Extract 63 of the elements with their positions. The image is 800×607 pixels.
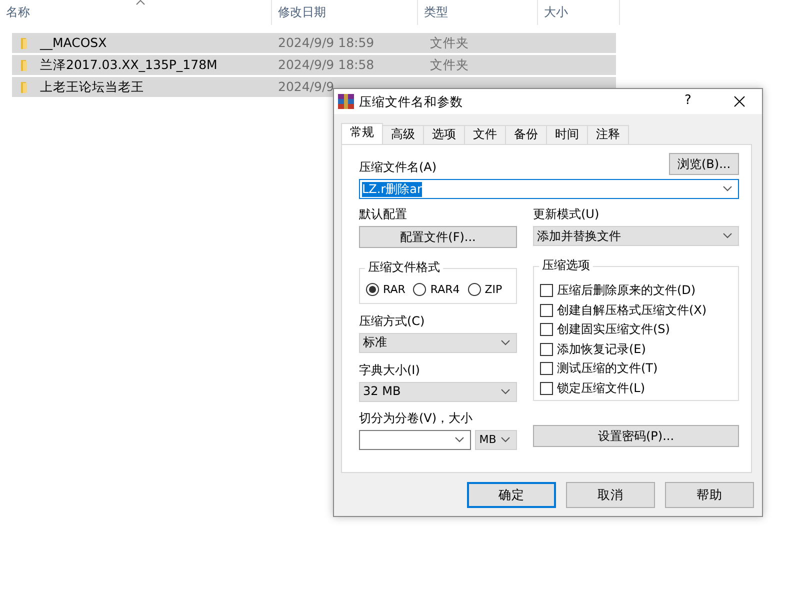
checkbox-label: 测试压缩的文件(T)	[557, 361, 658, 376]
archive-name-field[interactable]: LZ.r删除ar	[359, 179, 739, 199]
checkbox-label: 锁定压缩文件(L)	[557, 380, 646, 396]
column-header[interactable]: 大小	[538, 0, 620, 25]
chevron-down-icon[interactable]	[455, 436, 464, 443]
unit-select[interactable]: MB	[475, 430, 517, 450]
file-type: 文件夹	[429, 57, 469, 73]
checkbox[interactable]	[540, 284, 553, 298]
file-name: __MACOSX	[40, 35, 107, 51]
file-name: 兰泽2017.03.XX_135P_178M	[40, 57, 218, 73]
modified-date: 2024/9/9 18:59	[277, 35, 376, 51]
radio-label: RAR4	[430, 283, 460, 297]
checkbox[interactable]	[540, 342, 553, 356]
file-type: 文件夹	[429, 35, 469, 51]
checkbox-label: 压缩后删除原来的文件(D)	[557, 283, 696, 298]
chevron-down-icon[interactable]	[723, 186, 732, 192]
modified-date: 2024/9/9 18:58	[277, 57, 376, 73]
field-label: 默认配置	[359, 207, 408, 222]
checkbox[interactable]	[540, 304, 553, 317]
radio-button[interactable]	[366, 283, 379, 296]
dictionary-select[interactable]: 32 MB	[359, 382, 517, 402]
chevron-down-icon[interactable]	[501, 340, 510, 346]
file-row[interactable]: __MACOSX 2024/9/9 18:59 文件夹	[12, 33, 616, 53]
chevron-down-icon[interactable]	[501, 436, 510, 443]
checkbox[interactable]	[540, 323, 553, 336]
update-mode-select[interactable]: 添加并替换文件	[533, 226, 739, 246]
close-icon	[734, 96, 744, 107]
split-size-field[interactable]	[359, 430, 472, 450]
column-header[interactable]: 名称	[0, 0, 272, 25]
field-label: 压缩方式(C)	[359, 314, 426, 329]
field-label: 压缩文件名(A)	[359, 160, 437, 175]
password-button[interactable]: 设置密码(P)...	[533, 425, 739, 447]
checkbox-label: 创建固实压缩文件(S)	[557, 322, 670, 338]
column-header[interactable]: 类型	[418, 0, 538, 25]
checkbox-label: 添加恢复记录(E)	[557, 342, 646, 357]
checkbox-label: 创建自解压格式压缩文件(X)	[557, 302, 707, 318]
field-label: 切分为分卷(V)，大小	[359, 410, 474, 426]
radio-button[interactable]	[413, 283, 426, 296]
checkbox[interactable]	[540, 362, 553, 376]
app-icon	[338, 94, 354, 109]
method-select[interactable]: 标准	[359, 332, 517, 353]
group-label: 压缩文件格式	[365, 260, 443, 275]
radio-button[interactable]	[468, 283, 481, 296]
chevron-down-icon[interactable]	[723, 233, 732, 239]
dialog-button[interactable]: 取消	[566, 482, 655, 508]
field-label: 更新模式(U)	[533, 207, 600, 222]
radio-label: RAR	[383, 283, 406, 297]
help-button[interactable]: ?	[665, 93, 711, 110]
field-label: 字典大小(I)	[359, 362, 421, 378]
tab[interactable]: 常规	[341, 123, 383, 144]
group-label: 压缩选项	[539, 258, 593, 273]
browse-button[interactable]: 浏览(B)...	[669, 153, 739, 175]
tab[interactable]: 注释	[587, 125, 629, 144]
file-row[interactable]: 兰泽2017.03.XX_135P_178M 2024/9/9 18:58 文件夹	[12, 55, 616, 75]
modified-date: 2024/9/9	[277, 79, 336, 95]
radio-label: ZIP	[484, 283, 502, 297]
dialog-button[interactable]: 确定	[467, 482, 556, 508]
file-name: 上老王论坛当老王	[40, 79, 144, 95]
profile-button[interactable]: 配置文件(F)...	[359, 226, 517, 248]
chevron-down-icon[interactable]	[501, 388, 510, 395]
column-header[interactable]: 修改日期	[272, 0, 418, 25]
dialog-button[interactable]: 帮助	[665, 482, 754, 508]
checkbox[interactable]	[540, 382, 553, 395]
